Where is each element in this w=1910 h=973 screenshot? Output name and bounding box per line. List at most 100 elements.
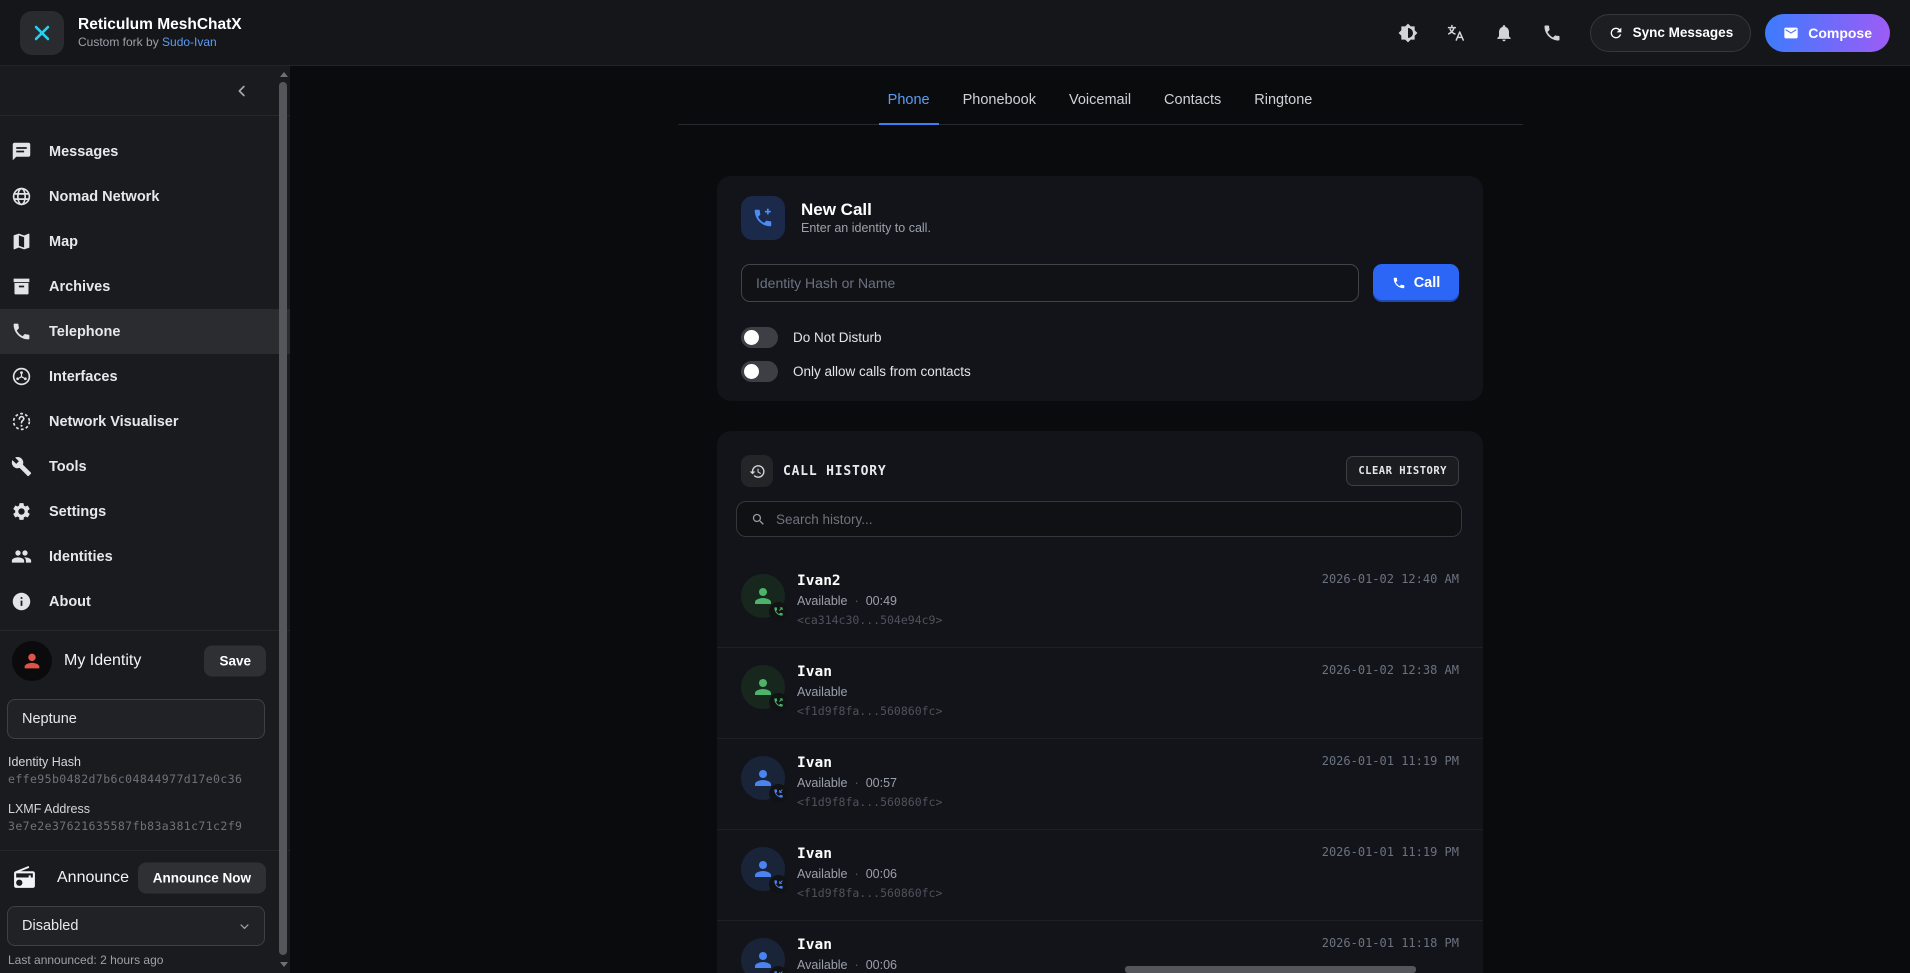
tab[interactable]: Voicemail [1069, 90, 1131, 110]
sidebar-item-label: Identities [49, 549, 113, 565]
call-duration: 00:57 [866, 776, 897, 790]
brightness-icon [1398, 23, 1418, 43]
caller-name: Ivan [797, 753, 942, 773]
last-announced-text: Last announced: 2 hours ago [8, 953, 290, 967]
tab[interactable]: Phone [888, 90, 930, 110]
entry-details: Ivan Available·00:06 <f1d9f8fa...560860f… [797, 844, 942, 920]
app-title: Reticulum MeshChatX [78, 15, 242, 34]
sidebar-item[interactable]: Settings [0, 489, 290, 534]
caller-name: Ivan [797, 662, 942, 682]
call-history-entry[interactable]: Ivan2 Available·00:49 <ca314c30...504e94… [717, 557, 1483, 648]
x-logo-icon [31, 22, 53, 44]
caller-hash: <f1d9f8fa...560860fc> [797, 702, 942, 720]
app-logo[interactable] [20, 11, 64, 55]
caller-status: Available [797, 776, 848, 790]
call-history-entry[interactable]: Ivan Available <f1d9f8fa...560860fc> 202… [717, 648, 1483, 739]
identity-hash-label: Identity Hash [8, 755, 290, 769]
sidebar-item[interactable]: Archives [0, 264, 290, 309]
sidebar-item[interactable]: Identities [0, 534, 290, 579]
sidebar-scrollbar[interactable] [278, 70, 288, 969]
dot-separator: · [855, 867, 859, 881]
sidebar-item[interactable]: Messages [0, 129, 290, 174]
sidebar-item-label: Messages [49, 144, 118, 160]
toggle-switch[interactable] [741, 361, 778, 382]
phone-plus-icon [752, 207, 774, 229]
sidebar-item[interactable]: Map [0, 219, 290, 264]
sidebar-collapse-button[interactable] [224, 73, 260, 109]
telephone-header-button[interactable] [1532, 13, 1572, 53]
outgoing-call-icon [773, 606, 784, 617]
call-history-entry[interactable]: Ivan Available·00:57 <f1d9f8fa...560860f… [717, 739, 1483, 830]
call-duration: 00:06 [866, 958, 897, 972]
sidebar-item[interactable]: Interfaces [0, 354, 290, 399]
scroll-down-arrow-icon[interactable] [280, 962, 288, 967]
announce-interval-select[interactable]: Disabled [7, 906, 265, 946]
sync-messages-button[interactable]: Sync Messages [1590, 14, 1752, 52]
identity-avatar [12, 641, 52, 681]
clear-history-button[interactable]: CLEAR HISTORY [1346, 456, 1459, 486]
scroll-up-arrow-icon[interactable] [280, 72, 288, 77]
caller-status-line: Available·00:57 [797, 774, 942, 792]
caller-status-line: Available·00:06 [797, 865, 942, 883]
sidebar-item[interactable]: Telephone [0, 309, 290, 354]
outgoing-call-icon [773, 697, 784, 708]
caller-name: Ivan [797, 935, 897, 955]
call-button[interactable]: Call [1373, 264, 1459, 302]
identity-name-input[interactable] [7, 699, 265, 739]
call-duration-wrap: ·00:57 [848, 776, 897, 790]
sidebar-collapse-row [0, 66, 290, 116]
sidebar-item[interactable]: About [0, 579, 290, 624]
new-call-card: New Call Enter an identity to call. Call… [717, 176, 1483, 401]
identity-call-input[interactable] [741, 264, 1359, 302]
new-call-header: New Call Enter an identity to call. [741, 196, 1459, 240]
sidebar-item-icon [11, 321, 32, 342]
sidebar-item-label: Nomad Network [49, 189, 159, 205]
author-link[interactable]: Sudo-Ivan [162, 35, 217, 49]
toggle-switch[interactable] [741, 327, 778, 348]
language-button[interactable] [1436, 13, 1476, 53]
announce-interval-value: Disabled [22, 918, 78, 934]
horizontal-scrollbar-thumb[interactable] [1125, 966, 1416, 973]
sidebar-item-label: About [49, 594, 91, 610]
sidebar-item-icon [11, 411, 32, 432]
app-subtitle: Custom fork by Sudo-Ivan [78, 34, 242, 50]
sidebar-item-icon [11, 186, 32, 207]
call-history-entry[interactable]: Ivan Available·00:06 <f1d9f8fa...560860f… [717, 830, 1483, 921]
sidebar-item[interactable]: Tools [0, 444, 290, 489]
sidebar-item-label: Settings [49, 504, 106, 520]
dot-separator: · [855, 594, 859, 608]
caller-hash: <f1d9f8fa...560860fc> [797, 793, 942, 811]
notifications-button[interactable] [1484, 13, 1524, 53]
sidebar-item[interactable]: Network Visualiser [0, 399, 290, 444]
caller-status: Available [797, 958, 848, 972]
sidebar-scrollbar-thumb[interactable] [279, 82, 287, 955]
history-search-box [736, 501, 1462, 537]
sidebar-item-icon [11, 456, 32, 477]
history-search-input[interactable] [776, 512, 1461, 527]
call-button-label: Call [1414, 275, 1441, 291]
entry-details: Ivan2 Available·00:49 <ca314c30...504e94… [797, 571, 942, 647]
history-icon-box [741, 455, 773, 487]
tab[interactable]: Contacts [1164, 90, 1221, 110]
announce-header: Announce Announce Now [0, 851, 290, 904]
announce-now-button[interactable]: Announce Now [138, 862, 266, 893]
subtitle-text: Custom fork by [78, 35, 162, 49]
compose-button[interactable]: Compose [1765, 14, 1890, 52]
person-icon [21, 650, 43, 672]
call-duration-wrap: ·00:06 [848, 958, 897, 972]
new-call-subtitle: Enter an identity to call. [801, 220, 931, 237]
theme-toggle-button[interactable] [1388, 13, 1428, 53]
chevron-down-icon [237, 919, 252, 934]
main-content: Phone Phonebook Voicemail Contacts Ringt… [290, 66, 1910, 973]
tab[interactable]: Phonebook [963, 90, 1036, 110]
sidebar-nav: Messages Nomad Network Map Archives [0, 116, 290, 624]
save-identity-button[interactable]: Save [204, 646, 266, 677]
tab-label: Phone [888, 92, 930, 108]
tab-label: Ringtone [1254, 92, 1312, 108]
tab[interactable]: Ringtone [1254, 90, 1312, 110]
incoming-call-icon [773, 788, 784, 799]
tab-label: Phonebook [963, 92, 1036, 108]
sidebar: Messages Nomad Network Map Archives [0, 66, 290, 973]
chevron-left-icon [233, 82, 251, 100]
sidebar-item[interactable]: Nomad Network [0, 174, 290, 219]
